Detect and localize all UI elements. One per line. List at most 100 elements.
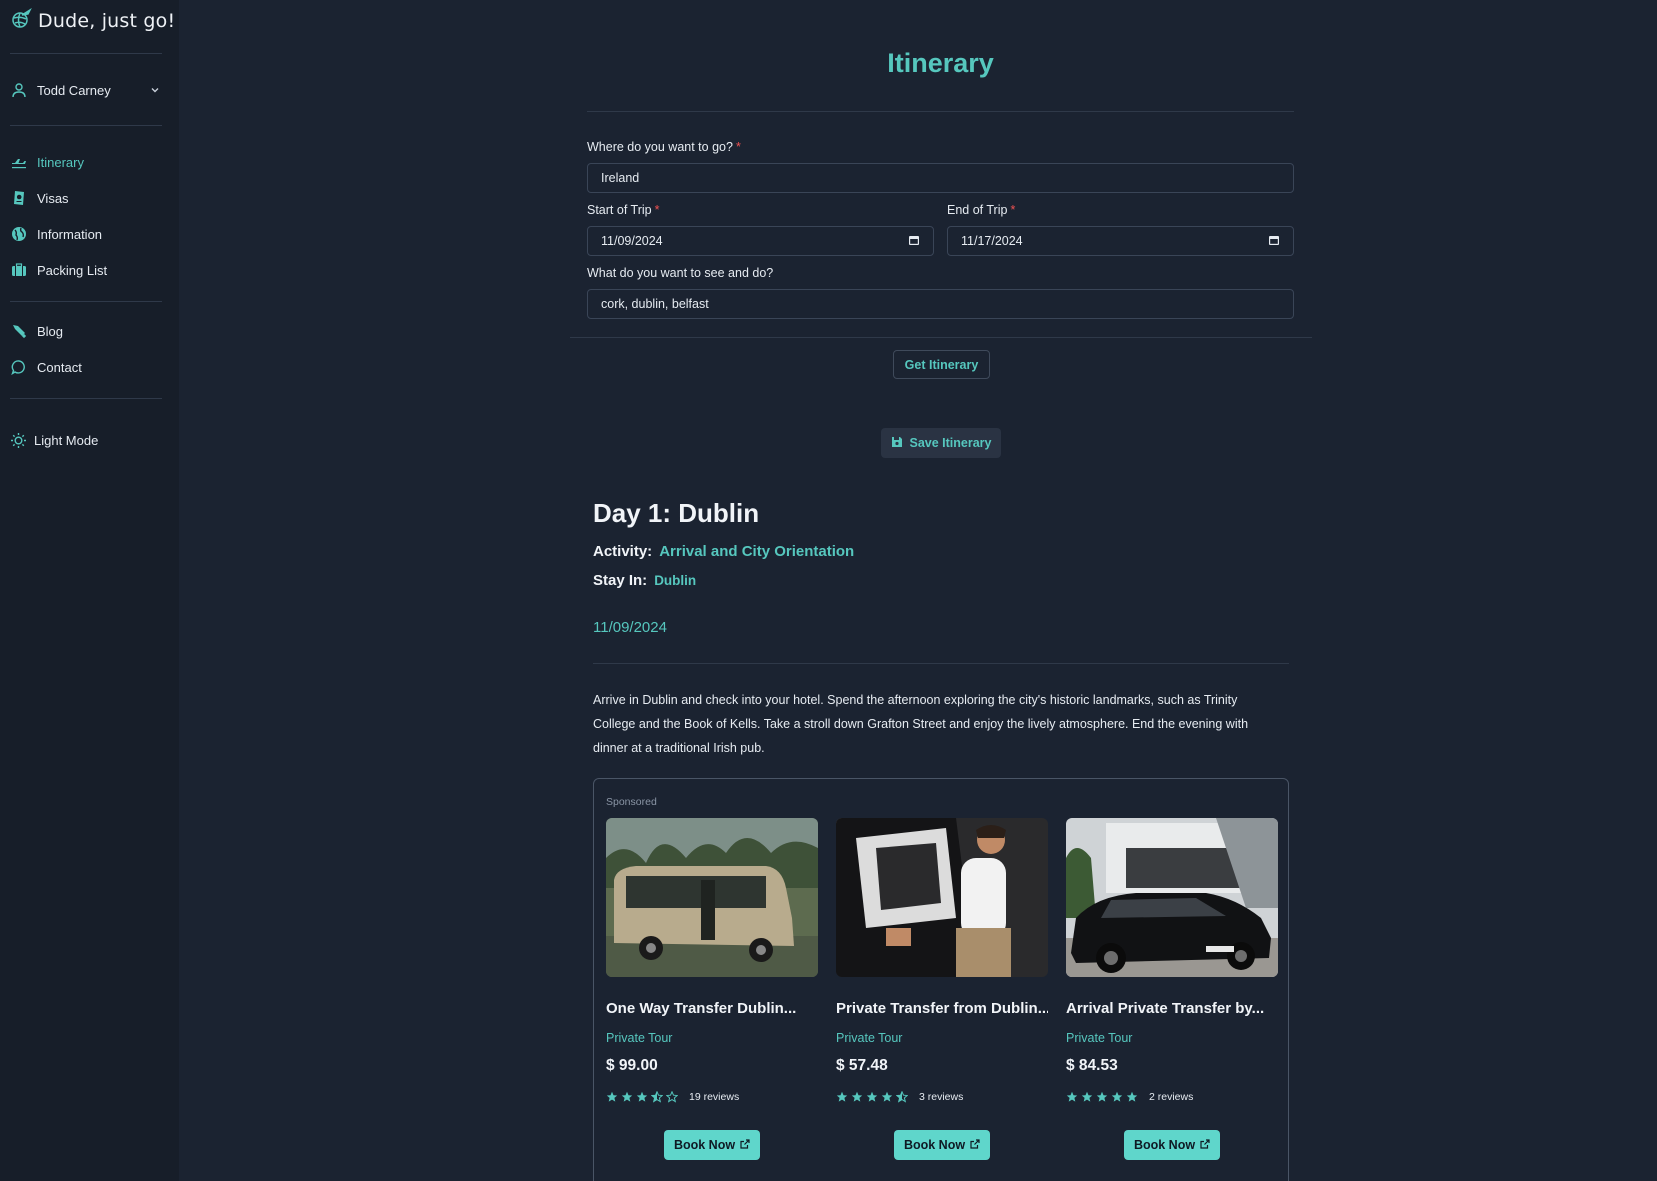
star-icon [651, 1091, 666, 1103]
user-menu[interactable]: Todd Carney [10, 77, 162, 103]
day-title: Day 1: Dublin [593, 498, 760, 528]
book-now-label: Book Now [673, 1138, 736, 1152]
sidebar-item-label: Contact [37, 359, 82, 375]
destination-input[interactable]: Ireland [587, 163, 1294, 193]
star-icon [1126, 1091, 1141, 1103]
page-title: Itinerary [887, 48, 994, 78]
star-icon [881, 1091, 896, 1103]
star-rating [836, 1091, 911, 1103]
sponsored-card[interactable]: Arrival Private Transfer by... Private T… [1066, 818, 1278, 1160]
sidebar-item-blog[interactable]: Blog [10, 318, 162, 344]
star-icon [636, 1091, 651, 1103]
chevron-down-icon [150, 83, 160, 98]
brand[interactable]: Dude, just go! [10, 6, 175, 36]
card-category: Private Tour [606, 1031, 673, 1045]
external-link-icon [740, 1138, 750, 1152]
sponsored-label: Sponsored [606, 796, 657, 808]
sidebar-item-information[interactable]: Information [10, 221, 162, 247]
card-title[interactable]: One Way Transfer Dublin... [606, 1000, 818, 1017]
start-date-label: Start of Trip * [587, 203, 660, 217]
sidebar-item-itinerary[interactable]: Itinerary [10, 149, 162, 175]
card-rating: 19 reviews [606, 1091, 818, 1103]
sidebar-item-label: Visas [37, 190, 69, 206]
activity-label: Activity: [593, 543, 653, 560]
sidebar-divider [10, 125, 162, 126]
sidebar-divider [10, 53, 162, 54]
interests-value: cork, dublin, belfast [601, 297, 709, 311]
sidebar-item-visas[interactable]: Visas [10, 185, 162, 211]
stay-value: Dublin [654, 573, 697, 588]
interests-label: What do you want to see and do? [587, 266, 774, 280]
required-mark: * [735, 140, 741, 154]
plane-icon [10, 154, 27, 171]
sidebar-item-packing-list[interactable]: Packing List [10, 257, 162, 283]
sponsored-card[interactable]: Private Transfer from Dublin... Private … [836, 818, 1048, 1160]
book-now-button[interactable]: Book Now [664, 1130, 760, 1160]
card-category: Private Tour [1066, 1031, 1133, 1045]
card-category: Private Tour [836, 1031, 903, 1045]
external-link-icon [1200, 1138, 1210, 1152]
sidebar-item-label: Blog [37, 323, 64, 339]
calendar-icon[interactable] [1268, 234, 1280, 249]
sponsored-section: Sponsored One Way Transfer Dublin... Pri… [593, 778, 1289, 1181]
star-icon [666, 1091, 681, 1103]
end-date-label: End of Trip * [947, 203, 1016, 217]
sidebar-item-label: Information [37, 226, 103, 242]
card-rating: 3 reviews [836, 1091, 1048, 1103]
black-sedan-photo[interactable] [1066, 818, 1278, 977]
sidebar: Dude, just go! Todd Carney Itinerary Vis… [0, 0, 179, 1181]
chauffeur-door-photo[interactable] [836, 818, 1048, 977]
day-description: Arrive in Dublin and check into your hot… [593, 693, 1249, 755]
globe-plane-logo-icon [10, 7, 32, 35]
sidebar-item-contact[interactable]: Contact [10, 354, 162, 380]
star-icon [896, 1091, 911, 1103]
stay-row: Stay In: Dublin [593, 572, 696, 589]
destination-label: Where do you want to go? * [587, 140, 741, 154]
theme-toggle[interactable]: Light Mode [10, 427, 162, 453]
save-itinerary-button[interactable]: Save Itinerary [881, 428, 1001, 458]
sun-icon [10, 432, 27, 449]
star-icon [1081, 1091, 1096, 1103]
suitcase-icon [10, 262, 27, 279]
globe-icon [10, 226, 27, 243]
start-date-input[interactable]: 11/09/2024 [587, 226, 934, 256]
card-rating: 2 reviews [1066, 1091, 1278, 1103]
external-link-icon [970, 1138, 980, 1152]
review-count: 3 reviews [919, 1091, 964, 1103]
review-count: 19 reviews [689, 1091, 740, 1103]
sponsored-card[interactable]: One Way Transfer Dublin... Private Tour … [606, 818, 818, 1160]
book-now-label: Book Now [903, 1138, 966, 1152]
star-icon [1066, 1091, 1081, 1103]
star-icon [836, 1091, 851, 1103]
calendar-icon[interactable] [908, 234, 920, 249]
star-rating [1066, 1091, 1141, 1103]
destination-value: Ireland [601, 171, 640, 185]
user-name: Todd Carney [37, 82, 111, 98]
required-mark: * [654, 203, 660, 217]
card-title[interactable]: Arrival Private Transfer by... [1066, 1000, 1278, 1017]
get-itinerary-button[interactable]: Get Itinerary [893, 350, 990, 379]
start-date-value: 11/09/2024 [601, 234, 663, 248]
star-icon [1111, 1091, 1126, 1103]
card-title[interactable]: Private Transfer from Dublin... [836, 1000, 1048, 1017]
review-count: 2 reviews [1149, 1091, 1194, 1103]
card-price: $ 57.48 [836, 1057, 888, 1074]
day-divider [593, 663, 1289, 664]
card-price: $ 84.53 [1066, 1057, 1118, 1074]
end-date-input[interactable]: 11/17/2024 [947, 226, 1294, 256]
star-icon [851, 1091, 866, 1103]
theme-toggle-label: Light Mode [34, 432, 99, 448]
minibus-photo[interactable] [606, 818, 818, 977]
end-date-value: 11/17/2024 [961, 234, 1023, 248]
star-icon [1096, 1091, 1111, 1103]
activity-value: Arrival and City Orientation [659, 543, 855, 560]
book-now-button[interactable]: Book Now [894, 1130, 990, 1160]
pen-icon [10, 323, 27, 340]
title-divider [587, 111, 1294, 112]
sidebar-divider [10, 301, 162, 302]
save-itinerary-label: Save Itinerary [909, 436, 992, 450]
book-now-label: Book Now [1133, 1138, 1196, 1152]
sidebar-item-label: Itinerary [37, 154, 84, 170]
book-now-button[interactable]: Book Now [1124, 1130, 1220, 1160]
interests-input[interactable]: cork, dublin, belfast [587, 289, 1294, 319]
